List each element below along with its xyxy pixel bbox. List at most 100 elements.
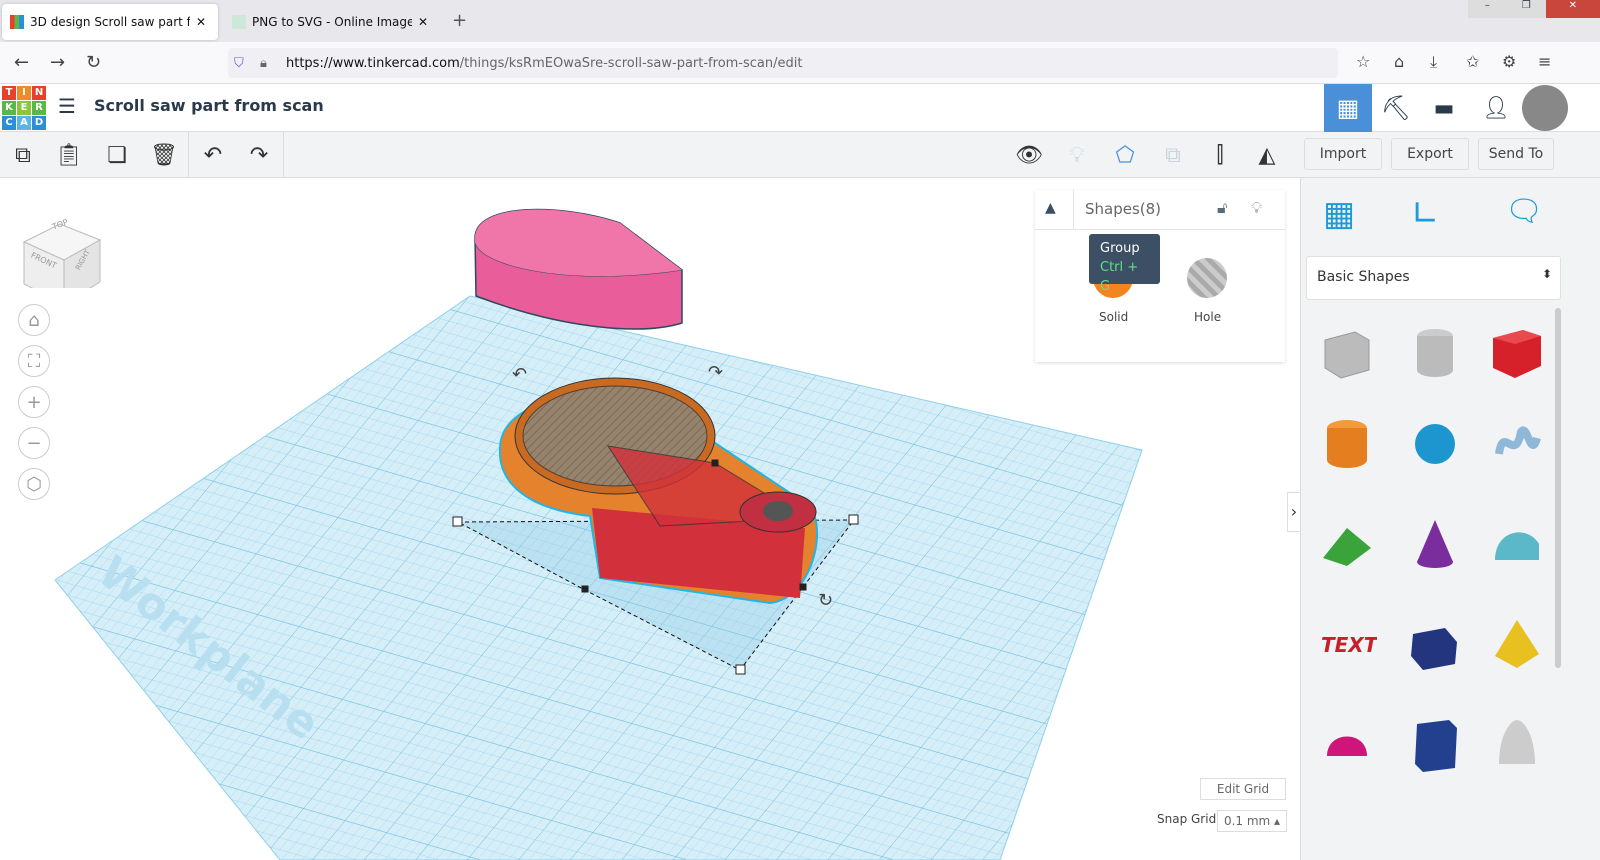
copy-icon[interactable]: ⧉ [8, 140, 38, 170]
library-scrollbar[interactable] [1555, 308, 1561, 668]
box-hole-shape[interactable] [1317, 322, 1377, 382]
notes-tool-icon[interactable]: 🗨︎ [1505, 194, 1543, 229]
paste-icon[interactable]: 📋︎ [54, 140, 84, 170]
light-bulb-icon[interactable]: 💡︎ [1251, 198, 1262, 218]
invite-user-button[interactable]: 👤︎ [1472, 84, 1520, 132]
undo-icon[interactable]: ↶ [198, 140, 228, 170]
inspector-title: Shapes(8) [1085, 200, 1162, 218]
grid-icon: ▦ [1336, 94, 1360, 122]
text-shape[interactable]: TEXT [1317, 614, 1377, 674]
design-title[interactable]: Scroll saw part from scan [94, 96, 324, 115]
redo-icon[interactable]: ↷ [244, 140, 274, 170]
cylinder-shape[interactable] [1317, 414, 1377, 474]
tab-title: 3D design Scroll saw part from scan [30, 15, 190, 29]
browser-tabbar: 3D design Scroll saw part from scan ✕ PN… [0, 0, 1600, 42]
shield-icon: ⛉ [234, 55, 244, 71]
3d-design-view-button[interactable]: ▦ [1324, 84, 1372, 132]
design-list-icon[interactable]: ☰ [58, 94, 76, 118]
import-button[interactable]: Import [1304, 138, 1382, 170]
download-icon[interactable]: ⤓ [1430, 52, 1437, 72]
polygon-shape[interactable] [1405, 614, 1465, 674]
tooltip-label: Group [1100, 241, 1140, 256]
brick-icon: ▬ [1433, 95, 1455, 121]
tab-tinkercad[interactable]: 3D design Scroll saw part from scan ✕ [2, 4, 218, 40]
unlock-icon[interactable]: 🔓︎ [1217, 198, 1227, 218]
home-view-button[interactable]: ⌂ [18, 304, 50, 336]
window-controls: – ❐ ✕ [1468, 0, 1600, 18]
paraboloid-shape[interactable] [1487, 714, 1547, 774]
ruler-tool-icon[interactable]: ∟ [1411, 194, 1440, 234]
hole-button[interactable] [1187, 258, 1227, 298]
rotate-handle-icon[interactable]: ↶ [512, 364, 527, 385]
box-shape[interactable] [1487, 322, 1547, 382]
lock-icon: 🔒︎ [260, 55, 267, 71]
cube-icon: ⬡ [26, 473, 42, 495]
tooltip-shortcut: Ctrl + G [1100, 260, 1139, 294]
sphere-shape[interactable] [1405, 414, 1465, 474]
edit-grid-button[interactable]: Edit Grid [1200, 778, 1286, 800]
light-bulb-icon[interactable]: 💡︎ [1062, 140, 1092, 170]
shape-category-select[interactable]: Basic Shapes ⬍ [1306, 256, 1561, 300]
send-to-button[interactable]: Send To [1478, 138, 1554, 170]
hexagonal-prism-shape[interactable] [1405, 714, 1465, 774]
workplane-tool-icon[interactable]: ▦ [1323, 194, 1355, 234]
select-arrows-icon: ⬍ [1541, 267, 1552, 281]
zoom-in-button[interactable]: + [18, 386, 50, 418]
settings-gear-icon[interactable]: ⚙ [1502, 52, 1516, 71]
shape-category-value: Basic Shapes [1317, 269, 1410, 285]
chevron-right-icon: › [1290, 502, 1298, 521]
svg-text:TEXT: TEXT [1321, 633, 1377, 657]
scribble-shape[interactable] [1487, 414, 1547, 474]
ungroup-icon[interactable]: ⧉ [1158, 140, 1188, 170]
tinkercad-logo[interactable]: TIN KER CAD [2, 86, 46, 130]
view-cube[interactable]: TOP FRONT RIGHT [22, 204, 102, 305]
cone-shape[interactable] [1405, 514, 1465, 574]
round-roof-shape[interactable] [1487, 514, 1547, 574]
export-button[interactable]: Export [1391, 138, 1469, 170]
perspective-button[interactable]: ⬡ [18, 468, 50, 500]
close-window-button[interactable]: ✕ [1545, 0, 1600, 18]
restore-button[interactable]: ❐ [1506, 0, 1546, 18]
delete-icon[interactable]: 🗑︎ [149, 140, 179, 170]
menu-icon[interactable]: ≡ [1538, 52, 1551, 71]
rotate-handle-icon[interactable]: ↷ [708, 362, 723, 383]
pyramid-shape[interactable] [1487, 614, 1547, 674]
fit-icon: ⛶ [27, 350, 41, 372]
half-sphere-shape[interactable] [1317, 714, 1377, 774]
cylinder-hole-shape[interactable] [1405, 322, 1465, 382]
mirror-icon[interactable]: ◭ [1252, 140, 1282, 170]
url-bar[interactable]: ⛉ 🔒︎ https://www.tinkercad.com/things/ks… [228, 48, 1338, 78]
forward-icon[interactable]: → [50, 52, 65, 73]
align-icon[interactable]: ⫿ [1205, 140, 1235, 170]
url-host: https://www.tinkercad.com [286, 55, 460, 71]
new-tab-button[interactable]: + [452, 10, 467, 31]
minus-icon: − [26, 432, 42, 454]
tab-png-to-svg[interactable]: PNG to SVG - Online Image Vector ✕ [224, 4, 440, 40]
roof-shape[interactable] [1317, 514, 1377, 574]
rotate-handle-icon[interactable]: ↻ [818, 590, 833, 611]
blocks-view-button[interactable]: ⛏ [1372, 84, 1420, 132]
duplicate-icon[interactable]: ❏ [102, 140, 132, 170]
bookmarks-icon[interactable]: ✩ [1466, 52, 1479, 71]
back-icon[interactable]: ← [14, 52, 29, 73]
zoom-out-button[interactable]: − [18, 427, 50, 459]
snap-grid-select[interactable]: 0.1 mm ▴ [1217, 810, 1287, 832]
close-icon[interactable]: ✕ [196, 15, 206, 29]
close-icon[interactable]: ✕ [418, 15, 428, 29]
plus-icon: + [26, 391, 42, 413]
collapse-inspector-icon[interactable]: ▲ [1045, 200, 1056, 216]
edit-toolbar: ⧉ 📋︎ ❏ 🗑︎ ↶ ↷ 👁︎ 💡︎ ⬠ ⧉ ⫿ ◭ Import Expor… [0, 132, 1600, 178]
home-icon[interactable]: ⌂ [1394, 52, 1404, 71]
avatar[interactable] [1522, 85, 1568, 131]
minimize-button[interactable]: – [1468, 0, 1507, 18]
bookmark-star-icon[interactable]: ☆ [1356, 52, 1370, 71]
group-icon[interactable]: ⬠ [1110, 140, 1140, 170]
fit-view-button[interactable]: ⛶ [18, 345, 50, 377]
reload-icon[interactable]: ↻ [86, 52, 101, 73]
bricks-view-button[interactable]: ▬ [1420, 84, 1468, 132]
collapse-panel-button[interactable]: › [1287, 492, 1300, 532]
tab-title: PNG to SVG - Online Image Vector [252, 15, 412, 29]
url-path: /things/ksRmEOwaSre-scroll-saw-part-from… [459, 55, 803, 71]
png-svg-favicon [232, 15, 246, 29]
show-all-icon[interactable]: 👁︎ [1014, 140, 1044, 170]
